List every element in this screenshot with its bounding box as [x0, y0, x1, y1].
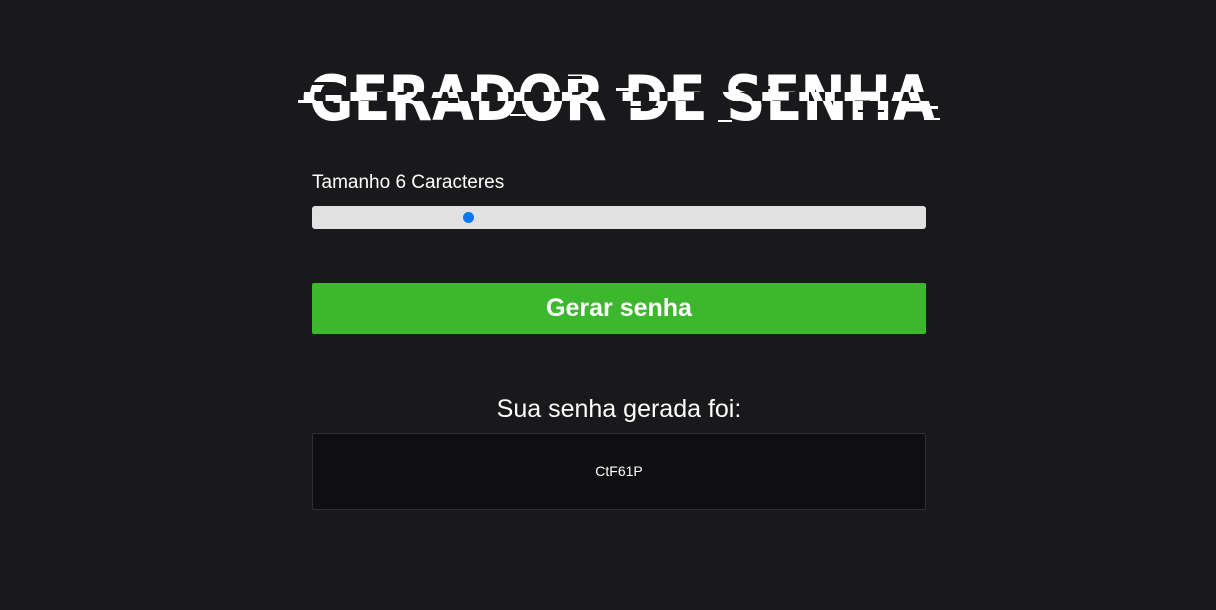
- password-length-slider[interactable]: [312, 206, 926, 229]
- app-logo-graphic: GERADOR DE SENHA GERADOR DE SENHA GERADO…: [298, 62, 940, 128]
- generate-password-button[interactable]: Gerar senha: [312, 283, 926, 334]
- password-generator-page: GERADOR DE SENHA GERADOR DE SENHA GERADO…: [0, 0, 1216, 610]
- generated-password-value[interactable]: CtF61P: [595, 463, 642, 479]
- password-length-label: Tamanho 6 Caracteres: [312, 172, 505, 193]
- password-length-slider-thumb[interactable]: [463, 212, 474, 223]
- generated-password-box[interactable]: CtF61P: [312, 433, 926, 510]
- app-logo: GERADOR DE SENHA GERADOR DE SENHA GERADO…: [298, 62, 942, 128]
- result-heading: Sua senha gerada foi:: [496, 395, 742, 423]
